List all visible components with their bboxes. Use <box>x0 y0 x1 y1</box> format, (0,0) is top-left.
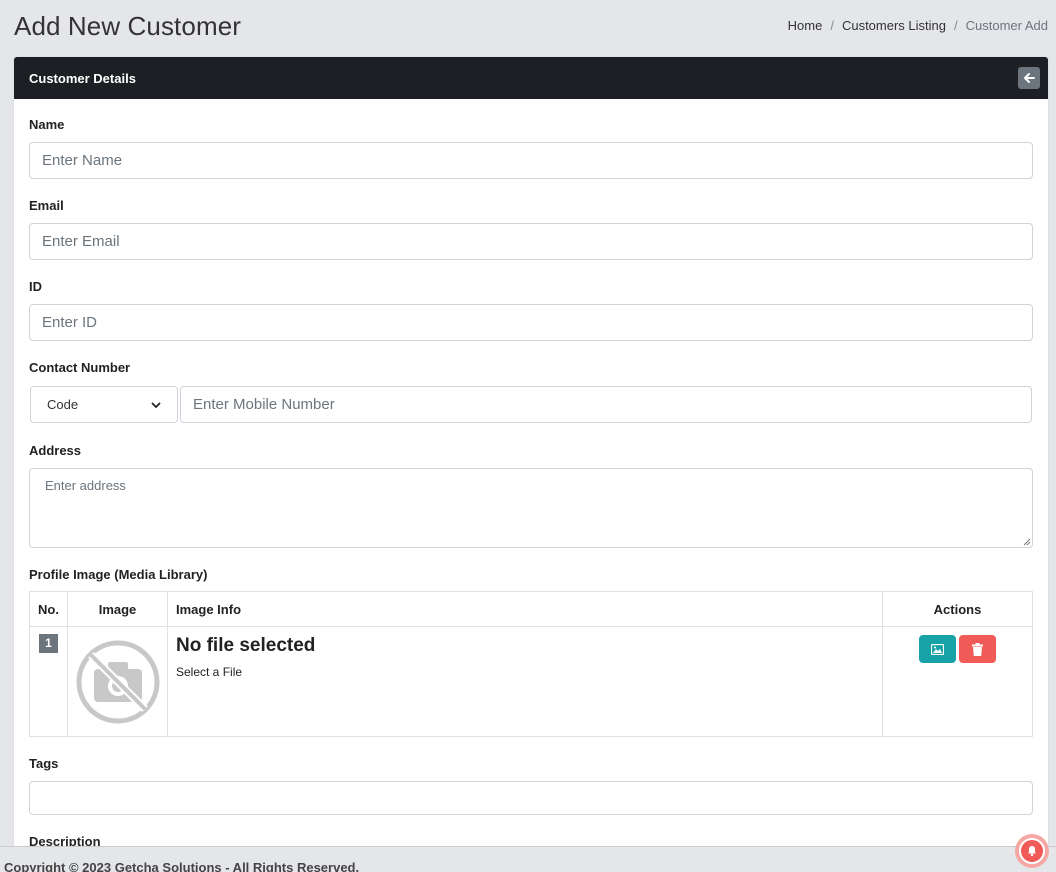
email-label: Email <box>29 198 64 213</box>
trash-icon <box>972 642 983 656</box>
back-button[interactable] <box>1018 67 1040 89</box>
page-title: Add New Customer <box>14 11 242 41</box>
footer-copyright: Copyright © 2023 Getcha Solutions - All … <box>4 860 360 872</box>
breadcrumb-customers-listing[interactable]: Customers Listing <box>842 18 946 33</box>
tags-input[interactable] <box>29 781 1033 815</box>
email-input[interactable] <box>29 223 1033 260</box>
row-number-badge: 1 <box>39 634 58 653</box>
name-input[interactable] <box>29 142 1033 179</box>
card-title: Customer Details <box>29 70 136 86</box>
breadcrumb-active: Customer Add <box>965 18 1048 33</box>
name-label: Name <box>29 117 65 132</box>
contact-number-label: Contact Number <box>29 360 131 375</box>
row-info-cell: No file selected Select a File <box>167 626 883 737</box>
tags-label: Tags <box>29 756 59 771</box>
breadcrumb: Home / Customers Listing / Customer Add <box>788 18 1048 33</box>
no-file-selected-title: No file selected <box>176 635 316 656</box>
id-label: ID <box>29 279 42 294</box>
no-image-placeholder-icon <box>76 640 159 724</box>
col-image-info: Image Info <box>167 591 883 627</box>
row-image-cell <box>67 626 168 737</box>
select-file-text: Select a File <box>176 665 243 679</box>
image-icon <box>931 643 944 655</box>
country-code-value: Code <box>47 397 79 412</box>
customer-details-card: Customer Details Name Email ID Contact N… <box>14 57 1048 857</box>
resize-grip-icon[interactable] <box>1021 536 1031 546</box>
media-table: No. Image Image Info Actions 1 No file s… <box>29 591 1033 737</box>
profile-image-label: Profile Image (Media Library) <box>29 567 208 582</box>
chevron-down-icon <box>151 401 161 408</box>
row-number-cell: 1 <box>29 626 68 737</box>
address-label: Address <box>29 443 82 458</box>
breadcrumb-separator: / <box>830 18 834 33</box>
select-image-button[interactable] <box>919 635 956 663</box>
bell-icon <box>1019 838 1045 864</box>
mobile-number-input[interactable] <box>180 386 1032 423</box>
row-actions-cell <box>882 626 1033 737</box>
col-actions: Actions <box>882 591 1033 627</box>
footer: Copyright © 2023 Getcha Solutions - All … <box>0 846 1056 872</box>
arrow-left-icon <box>1024 73 1035 83</box>
card-header: Customer Details <box>14 57 1048 99</box>
country-code-select[interactable]: Code <box>30 386 178 423</box>
notification-bell-button[interactable] <box>1015 834 1049 868</box>
delete-image-button[interactable] <box>959 635 996 663</box>
breadcrumb-separator: / <box>954 18 958 33</box>
table-row: 1 No file selected Select a File <box>29 626 1033 737</box>
id-input[interactable] <box>29 304 1033 341</box>
address-textarea[interactable] <box>29 468 1033 548</box>
media-table-header: No. Image Image Info Actions <box>29 591 1033 627</box>
col-no: No. <box>29 591 68 627</box>
col-image: Image <box>67 591 168 627</box>
breadcrumb-home[interactable]: Home <box>788 18 823 33</box>
